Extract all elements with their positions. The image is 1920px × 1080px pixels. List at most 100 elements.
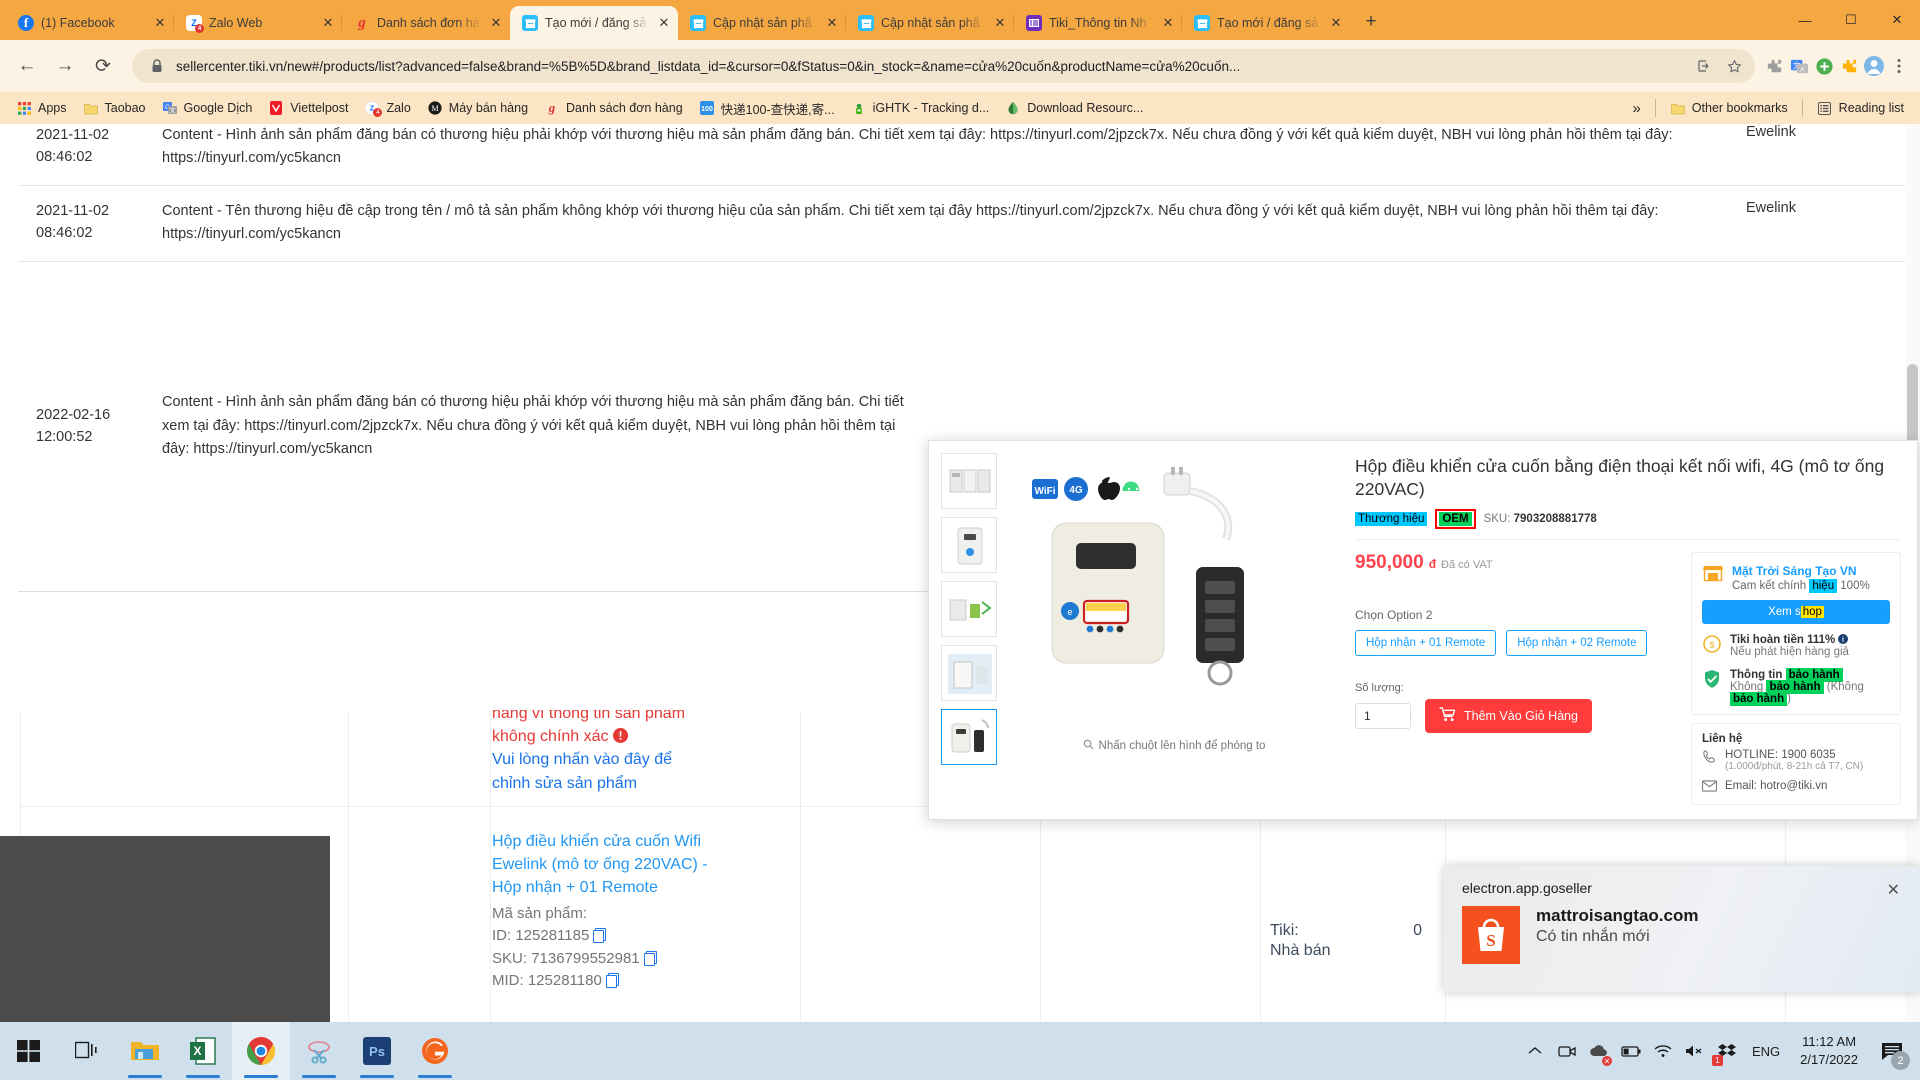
- browser-tab-1[interactable]: Z 4 Zalo Web ✕: [173, 6, 342, 40]
- copy-icon[interactable]: [605, 973, 619, 989]
- snipping-tool-taskbar-icon[interactable]: [290, 1022, 348, 1080]
- action-center-button[interactable]: 2: [1870, 1022, 1914, 1080]
- tab-close-icon[interactable]: ✕: [152, 15, 168, 31]
- quantity-row: 1 Thêm Vào Giỏ Hàng: [1355, 698, 1671, 733]
- option-button-1[interactable]: Hộp nhận + 01 Remote: [1355, 629, 1497, 656]
- add-to-cart-button[interactable]: Thêm Vào Giỏ Hàng: [1425, 698, 1592, 733]
- back-button[interactable]: ←: [10, 49, 44, 83]
- product-main-image[interactable]: WiFi 4G e: [1024, 451, 1324, 731]
- product-cell: Hộp điều khiển cửa cuốn Wifi Ewelink (mô…: [492, 830, 722, 993]
- browser-tab-3[interactable]: Tạo mới / đăng sả ✕: [510, 6, 678, 40]
- address-bar[interactable]: sellercenter.tiki.vn/new#/products/list?…: [132, 49, 1755, 83]
- bookmark-google-dich[interactable]: G文 Google Dịch: [154, 97, 261, 119]
- bookmark-viettelpost[interactable]: Viettelpost: [260, 97, 356, 119]
- clock[interactable]: 11:12 AM 2/17/2022: [1790, 1033, 1868, 1068]
- browser-tab-2[interactable]: g Danh sách đơn hà ✕: [341, 6, 510, 40]
- product-thumbnail[interactable]: [941, 517, 997, 573]
- addon-icon[interactable]: [1813, 51, 1835, 81]
- close-window-button[interactable]: ✕: [1874, 0, 1920, 40]
- product-thumbnail[interactable]: [941, 645, 997, 701]
- start-button[interactable]: [0, 1022, 58, 1080]
- extensions-icon[interactable]: [1838, 51, 1860, 81]
- time-value: 08:46:02: [36, 225, 93, 242]
- info-error-icon[interactable]: [612, 728, 628, 745]
- running-indicator: [302, 1075, 336, 1078]
- photoshop-taskbar-icon[interactable]: Ps: [348, 1022, 406, 1080]
- goseller-taskbar-icon[interactable]: [406, 1022, 464, 1080]
- option-button-2[interactable]: Hộp nhận + 02 Remote: [1506, 629, 1648, 656]
- speaker-mute-icon[interactable]: [1680, 1022, 1710, 1080]
- seller-name[interactable]: Mặt Trời Sáng Tạo VN: [1732, 564, 1857, 578]
- row-content: Content - Hình ảnh sản phẩm đăng bán có …: [162, 394, 904, 458]
- forward-button[interactable]: →: [48, 49, 82, 83]
- bookmark-danh-sach-don-hang[interactable]: g Danh sách đơn hàng: [536, 97, 691, 119]
- tab-title: Tiki_Thông tin Nh: [1049, 16, 1147, 30]
- tab-close-icon[interactable]: ✕: [1328, 15, 1344, 31]
- task-view-button[interactable]: [58, 1022, 116, 1080]
- tab-close-icon[interactable]: ✕: [1160, 15, 1176, 31]
- chevron-up-icon[interactable]: [1520, 1022, 1550, 1080]
- info-icon[interactable]: i: [1838, 633, 1849, 646]
- new-tab-button[interactable]: +: [1356, 7, 1386, 37]
- chrome-menu-icon[interactable]: [1888, 51, 1910, 81]
- tab-close-icon[interactable]: ✕: [656, 15, 672, 31]
- other-bookmarks-button[interactable]: Other bookmarks: [1662, 97, 1796, 119]
- profile-avatar-icon[interactable]: [1863, 51, 1885, 81]
- chrome-taskbar-icon[interactable]: [232, 1022, 290, 1080]
- tab-close-icon[interactable]: ✕: [824, 15, 840, 31]
- language-indicator[interactable]: ENG: [1744, 1044, 1788, 1059]
- seller-commitment: Cam kết chính hiệu 100%: [1732, 578, 1870, 593]
- reading-list-button[interactable]: Reading list: [1809, 97, 1912, 119]
- product-buy-panel: 950,000 đ Đã có VAT Chọn Option 2 Hộp nh…: [1355, 552, 1681, 810]
- tab-close-icon[interactable]: ✕: [992, 15, 1008, 31]
- browser-tab-6[interactable]: Tiki_Thông tin Nh ✕: [1013, 6, 1182, 40]
- toast-close-icon[interactable]: ✕: [1887, 880, 1900, 900]
- quantity-input[interactable]: 1: [1355, 702, 1411, 729]
- refund-benefit: $ Tiki hoàn tiền 111% i Nếu phát hiện hà…: [1702, 633, 1890, 659]
- excel-taskbar-icon[interactable]: X: [174, 1022, 232, 1080]
- edit-product-link-line-1[interactable]: Vui lòng nhấn vào đây để: [492, 748, 722, 771]
- bookmark-apps[interactable]: Apps: [8, 97, 75, 119]
- product-mid-text: MID: 125281180: [492, 972, 602, 990]
- notification-toast[interactable]: electron.app.goseller ✕ S mattroisangtao…: [1444, 866, 1920, 992]
- maximize-button[interactable]: ☐: [1828, 0, 1874, 40]
- dropbox-icon[interactable]: 1: [1711, 1022, 1742, 1080]
- bookmark-download-resource[interactable]: Download Resourc...: [997, 97, 1151, 119]
- view-shop-button[interactable]: Xem s hop: [1702, 599, 1890, 624]
- camera-icon[interactable]: [1552, 1022, 1582, 1080]
- time-value: 12:00:52: [36, 429, 93, 446]
- option-label: Chọn Option 2: [1355, 607, 1433, 622]
- edit-product-link-line-2[interactable]: chỉnh sửa sản phẩm: [492, 772, 722, 795]
- product-thumbnail-selected[interactable]: [941, 709, 997, 765]
- bookmark-taobao[interactable]: Taobao: [75, 97, 154, 119]
- extension-puzzle-icon[interactable]: [1763, 51, 1785, 81]
- minimize-button[interactable]: —: [1782, 0, 1828, 40]
- bookmarks-overflow-button[interactable]: »: [1624, 97, 1648, 120]
- tab-close-icon[interactable]: ✕: [320, 15, 336, 31]
- product-thumbnail[interactable]: [941, 453, 997, 509]
- product-name-link[interactable]: Hộp điều khiển cửa cuốn Wifi Ewelink (mô…: [492, 830, 722, 900]
- translate-icon[interactable]: 文A: [1788, 51, 1810, 81]
- reload-button[interactable]: ⟳: [86, 49, 120, 83]
- bookmark-zalo[interactable]: Z 4 Zalo: [356, 97, 418, 119]
- bookmark-ightk[interactable]: iGHTK - Tracking d...: [843, 97, 998, 119]
- browser-tab-7[interactable]: Tạo mới / đăng sả ✕: [1181, 6, 1350, 40]
- wifi-icon[interactable]: [1648, 1022, 1678, 1080]
- copy-icon[interactable]: [593, 928, 607, 944]
- tab-close-icon[interactable]: ✕: [488, 15, 504, 31]
- tiki-seller-icon: [1194, 15, 1210, 31]
- share-icon[interactable]: [1693, 55, 1715, 77]
- star-icon[interactable]: [1723, 55, 1745, 77]
- cloud-error-icon[interactable]: ✕: [1584, 1022, 1614, 1080]
- browser-tab-0[interactable]: f (1) Facebook ✕: [6, 6, 174, 40]
- bookmark-kuaidi100[interactable]: 100 快递100-查快递,寄...: [691, 96, 843, 121]
- bookmark-may-ban-hang[interactable]: M Máy bán hàng: [419, 97, 536, 119]
- file-explorer-taskbar-icon[interactable]: [116, 1022, 174, 1080]
- browser-tab-5[interactable]: Cập nhật sản phẩ ✕: [845, 6, 1014, 40]
- battery-icon[interactable]: [1616, 1022, 1646, 1080]
- svg-text:i: i: [1842, 635, 1844, 643]
- product-thumbnail[interactable]: [941, 581, 997, 637]
- error-line-1: hàng vì thông tin sản phẩm: [492, 710, 686, 722]
- browser-tab-4[interactable]: Cập nhật sản phẩ ✕: [678, 6, 846, 40]
- copy-icon[interactable]: [643, 950, 657, 966]
